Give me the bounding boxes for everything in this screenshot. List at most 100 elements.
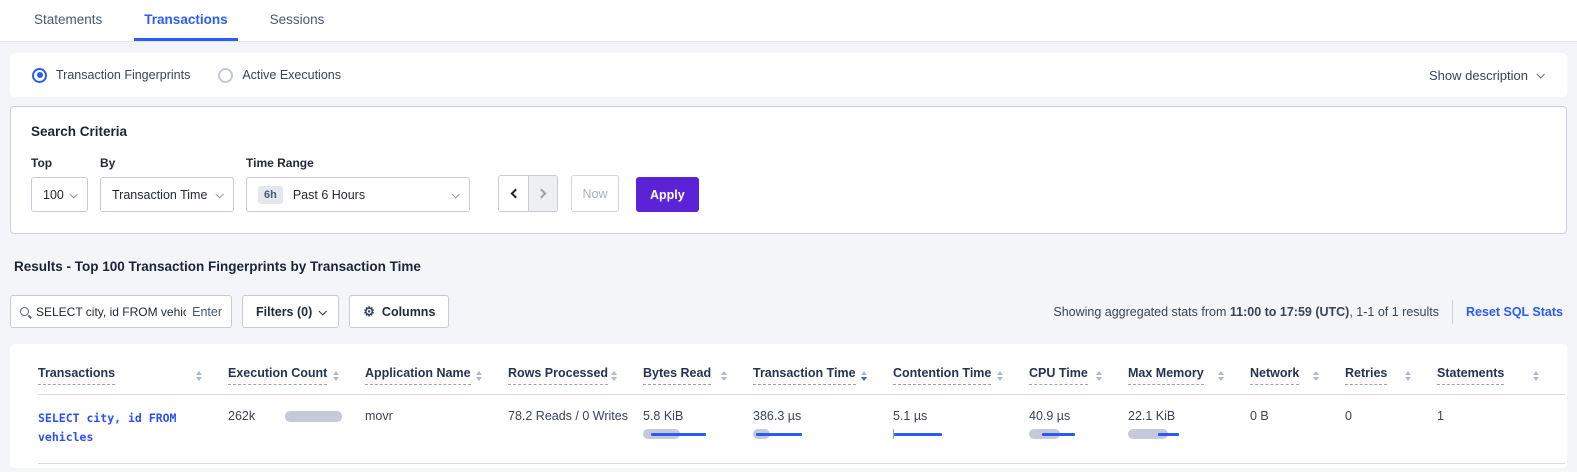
search-criteria-title: Search Criteria — [31, 124, 1546, 139]
chevron-right-icon — [537, 189, 547, 199]
results-heading: Results - Top 100 Transaction Fingerprin… — [14, 259, 1563, 274]
sort-icon — [1533, 371, 1539, 381]
column-header-execution-count[interactable]: Execution Count — [228, 354, 365, 395]
sort-icon — [1405, 371, 1411, 381]
chevron-left-icon — [510, 189, 520, 199]
radio-transaction-fingerprints[interactable]: Transaction Fingerprints — [32, 68, 190, 83]
gear-icon: ⚙ — [363, 305, 375, 318]
column-label: Transactions — [38, 366, 115, 385]
table-row: SELECT city, id FROM vehicles 262k movr … — [38, 395, 1565, 464]
stats-prefix: Showing aggregated stats from — [1053, 305, 1230, 319]
column-label: Transaction Time — [753, 366, 856, 385]
by-select-value: Transaction Time — [112, 188, 216, 202]
contention-time-value: 5.1 µs — [893, 409, 927, 423]
column-header-contention-time[interactable]: Contention Time — [893, 354, 1029, 395]
column-header-rows-processed[interactable]: Rows Processed — [508, 354, 643, 395]
execution-count-value: 262k — [228, 409, 255, 423]
radio-selected-icon — [32, 68, 47, 83]
rows-processed-value: 78.2 Reads / 0 Writes — [508, 409, 628, 423]
cpu-time-value: 40.9 µs — [1029, 409, 1070, 423]
tab-sessions[interactable]: Sessions — [260, 0, 335, 41]
column-label: Retries — [1345, 366, 1387, 385]
time-range-value: Past 6 Hours — [293, 188, 452, 202]
reset-sql-stats-link[interactable]: Reset SQL Stats — [1466, 305, 1563, 319]
sort-icon — [333, 371, 339, 381]
search-criteria-card: Search Criteria Top 100 By Transaction T… — [10, 106, 1567, 234]
transactions-table: Transactions Execution Count Application… — [38, 354, 1565, 464]
sort-icon — [476, 371, 482, 381]
stats-suffix: , 1-1 of 1 results — [1349, 305, 1439, 319]
previous-time-range-button[interactable] — [499, 176, 528, 211]
time-range-select[interactable]: 6h Past 6 Hours — [246, 177, 470, 212]
radio-label: Transaction Fingerprints — [56, 68, 190, 82]
columns-label: Columns — [382, 305, 435, 319]
show-description-label: Show description — [1429, 68, 1528, 83]
column-header-statements[interactable]: Statements — [1437, 354, 1565, 395]
results-controls: Enter Filters (0) ⚙ Columns Showing aggr… — [10, 295, 1567, 328]
stat-bar — [1029, 429, 1120, 439]
top-label: Top — [31, 156, 88, 170]
column-label: Rows Processed — [508, 366, 608, 385]
column-header-max-memory[interactable]: Max Memory — [1128, 354, 1250, 395]
column-header-bytes-read[interactable]: Bytes Read — [643, 354, 753, 395]
column-label: Network — [1250, 366, 1299, 385]
chevron-down-icon — [319, 307, 327, 315]
page-tabs: Statements Transactions Sessions — [0, 0, 1577, 42]
stats-range: 11:00 to 17:59 (UTC) — [1230, 305, 1349, 319]
next-time-range-button[interactable] — [528, 176, 557, 211]
retries-value: 0 — [1345, 409, 1352, 423]
stat-bar — [643, 429, 745, 439]
view-toggle-group: Transaction Fingerprints Active Executio… — [32, 68, 341, 83]
bytes-read-value: 5.8 KiB — [643, 409, 683, 423]
radio-label: Active Executions — [242, 68, 341, 82]
column-header-retries[interactable]: Retries — [1345, 354, 1437, 395]
column-label: Max Memory — [1128, 366, 1204, 385]
sort-icon — [721, 371, 727, 381]
columns-button[interactable]: ⚙ Columns — [349, 295, 449, 328]
time-range-field: Time Range 6h Past 6 Hours — [246, 156, 470, 212]
tab-transactions[interactable]: Transactions — [134, 0, 237, 41]
sort-icon — [997, 371, 1003, 381]
search-input[interactable] — [36, 305, 186, 319]
column-label: Application Name — [365, 366, 471, 385]
vertical-divider — [1452, 300, 1453, 324]
time-range-arrows — [498, 175, 558, 212]
statements-value: 1 — [1437, 409, 1444, 423]
statement-search-box: Enter — [10, 295, 232, 328]
sort-icon — [1313, 371, 1319, 381]
sort-icon — [611, 371, 617, 381]
top-field: Top 100 — [31, 156, 88, 212]
time-range-badge: 6h — [258, 186, 283, 204]
column-label: Execution Count — [228, 366, 327, 385]
column-header-application-name[interactable]: Application Name — [365, 354, 508, 395]
column-label: Contention Time — [893, 366, 991, 385]
column-header-transaction-time[interactable]: Transaction Time — [753, 354, 893, 395]
network-value: 0 B — [1250, 409, 1269, 423]
by-select[interactable]: Transaction Time — [100, 177, 234, 212]
stat-bar — [285, 411, 342, 422]
tab-statements[interactable]: Statements — [24, 0, 112, 41]
chevron-down-icon — [69, 190, 77, 198]
chevron-down-icon — [215, 190, 223, 198]
max-memory-value: 22.1 KiB — [1128, 409, 1175, 423]
column-header-transactions[interactable]: Transactions — [38, 354, 228, 395]
top-select[interactable]: 100 — [31, 177, 88, 212]
filters-label: Filters (0) — [256, 305, 312, 319]
transaction-fingerprint-link[interactable]: SELECT city, id FROM vehicles — [38, 409, 210, 447]
chevron-down-icon — [1536, 70, 1544, 78]
stat-bar — [753, 429, 885, 439]
column-header-cpu-time[interactable]: CPU Time — [1029, 354, 1128, 395]
now-button[interactable]: Now — [571, 175, 619, 212]
column-label: Statements — [1437, 366, 1504, 385]
column-label: Bytes Read — [643, 366, 711, 385]
sort-icon — [1218, 371, 1224, 381]
enter-hint: Enter — [192, 305, 222, 319]
radio-active-executions[interactable]: Active Executions — [218, 68, 341, 83]
filters-button[interactable]: Filters (0) — [242, 295, 339, 328]
transaction-time-value: 386.3 µs — [753, 409, 801, 423]
time-range-label: Time Range — [246, 156, 470, 170]
column-header-network[interactable]: Network — [1250, 354, 1345, 395]
apply-button[interactable]: Apply — [636, 177, 699, 212]
by-field: By Transaction Time — [100, 156, 234, 212]
show-description-toggle[interactable]: Show description — [1429, 68, 1543, 83]
